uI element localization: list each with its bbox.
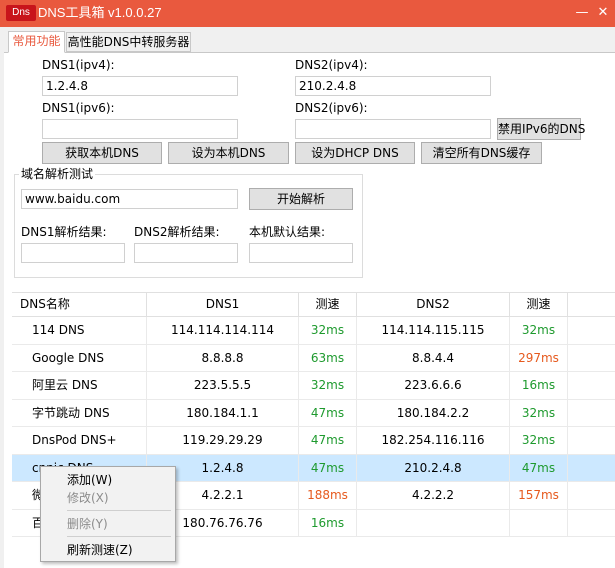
- tab-common-functions[interactable]: 常用功能: [8, 31, 65, 53]
- cell-dns1: 8.8.8.8: [147, 344, 299, 372]
- flush-dns-cache-button[interactable]: 清空所有DNS缓存: [421, 142, 542, 164]
- context-menu: 添加(W) 修改(X) 删除(Y) 刷新测速(Z): [40, 466, 176, 562]
- local-result-field[interactable]: [249, 243, 353, 263]
- header-dns1[interactable]: DNS1: [147, 293, 299, 317]
- dns2-ipv4-field[interactable]: 210.2.4.8: [295, 76, 491, 96]
- cell-dns1: 180.184.1.1: [147, 399, 299, 427]
- resolve-test-title: 域名解析测试: [19, 167, 96, 181]
- cell-speed2: 32ms: [510, 427, 568, 454]
- cell-speed2: 32ms: [510, 317, 568, 344]
- dns1-ipv4-field[interactable]: 1.2.4.8: [42, 76, 238, 96]
- table-row[interactable]: DnsPod DNS+ 119.29.29.29 47ms 182.254.116.1…: [12, 427, 615, 455]
- title-bar: Dns DNS工具箱 v1.0.0.27 — ✕: [0, 0, 615, 27]
- cell-dns-name: DnsPod DNS+: [12, 427, 147, 454]
- dns2-ipv6-field[interactable]: [295, 119, 491, 139]
- cell-dns-name: 阿里云 DNS: [12, 372, 147, 399]
- dns1-result-field[interactable]: [21, 243, 125, 263]
- cell-dns2: [357, 509, 510, 537]
- table-row[interactable]: 字节跳动 DNS 180.184.1.1 47ms 180.184.2.2 32ms: [12, 399, 615, 427]
- domain-input[interactable]: www.baidu.com: [21, 189, 238, 209]
- cell-speed2: 32ms: [510, 399, 568, 427]
- disable-ipv6-dns-button[interactable]: 禁用IPv6的DNS: [497, 118, 585, 140]
- table-row[interactable]: 阿里云 DNS 223.5.5.5 32ms 223.6.6.6 16ms: [12, 372, 615, 400]
- dns1-ipv6-label: DNS1(ipv6):: [42, 101, 115, 115]
- cell-dns-name: Google DNS: [12, 344, 147, 372]
- cell-speed1: 63ms: [299, 344, 357, 372]
- cell-dns-name: 字节跳动 DNS: [12, 399, 147, 427]
- header-dns-name[interactable]: DNS名称: [12, 293, 147, 317]
- tab-relay-server[interactable]: 高性能DNS中转服务器: [66, 32, 191, 52]
- app-logo-icon: Dns: [6, 5, 36, 21]
- cell-speed1: 16ms: [299, 509, 357, 537]
- cell-speed1: 47ms: [299, 399, 357, 427]
- get-local-dns-button[interactable]: 获取本机DNS: [42, 142, 162, 164]
- cell-speed1: 47ms: [299, 454, 357, 482]
- local-result-label: 本机默认结果:: [249, 225, 326, 239]
- set-dhcp-dns-button[interactable]: 设为DHCP DNS: [295, 142, 415, 164]
- cell-dns1: 114.114.114.114: [147, 317, 299, 344]
- dns2-result-field[interactable]: [134, 243, 238, 263]
- menu-item-delete[interactable]: 删除(Y): [43, 514, 173, 534]
- cell-dns1: 223.5.5.5: [147, 372, 299, 399]
- dns2-ipv4-label: DNS2(ipv4):: [295, 58, 368, 72]
- cell-speed2: 47ms: [510, 454, 568, 482]
- minimize-button[interactable]: —: [572, 3, 592, 23]
- cell-dns-name: 114 DNS: [12, 317, 147, 344]
- cell-speed2: 16ms: [510, 372, 568, 399]
- cell-speed1: 188ms: [299, 482, 357, 509]
- set-local-dns-button[interactable]: 设为本机DNS: [168, 142, 289, 164]
- window-title: DNS工具箱 v1.0.0.27: [38, 5, 162, 20]
- menu-item-add[interactable]: 添加(W): [43, 470, 173, 490]
- cell-speed2: 297ms: [510, 344, 568, 372]
- cell-speed1: 32ms: [299, 372, 357, 399]
- menu-separator: [67, 536, 171, 537]
- dns2-result-label: DNS2解析结果:: [134, 225, 220, 239]
- cell-dns2: 4.2.2.2: [357, 482, 510, 509]
- cell-speed1: 47ms: [299, 427, 357, 454]
- menu-separator: [67, 510, 171, 511]
- cell-dns2: 8.8.4.4: [357, 344, 510, 372]
- cell-dns2: 182.254.116.116: [357, 427, 510, 454]
- table-row[interactable]: 114 DNS 114.114.114.114 32ms 114.114.115.11…: [12, 317, 615, 345]
- cell-dns1: 119.29.29.29: [147, 427, 299, 454]
- menu-item-edit[interactable]: 修改(X): [43, 488, 173, 508]
- table-row[interactable]: Google DNS 8.8.8.8 63ms 8.8.4.4 297ms: [12, 344, 615, 372]
- close-button[interactable]: ✕: [593, 3, 613, 23]
- cell-dns2: 223.6.6.6: [357, 372, 510, 399]
- cell-dns2: 114.114.115.115: [357, 317, 510, 344]
- cell-dns2: 180.184.2.2: [357, 399, 510, 427]
- cell-speed2: 157ms: [510, 482, 568, 509]
- header-speed1[interactable]: 测速: [299, 293, 357, 317]
- cell-dns2: 210.2.4.8: [357, 454, 510, 482]
- header-dns2[interactable]: DNS2: [357, 293, 510, 317]
- cell-speed2: [510, 509, 568, 537]
- table-header: DNS名称 DNS1 测速 DNS2 测速: [12, 293, 615, 317]
- cell-speed1: 32ms: [299, 317, 357, 344]
- dns1-result-label: DNS1解析结果:: [21, 225, 107, 239]
- dns1-ipv6-field[interactable]: [42, 119, 238, 139]
- header-speed2[interactable]: 测速: [510, 293, 568, 317]
- dns2-ipv6-label: DNS2(ipv6):: [295, 101, 368, 115]
- menu-item-refresh-speed[interactable]: 刷新测速(Z): [43, 540, 173, 560]
- start-resolve-button[interactable]: 开始解析: [249, 188, 353, 210]
- dns1-ipv4-label: DNS1(ipv4):: [42, 58, 115, 72]
